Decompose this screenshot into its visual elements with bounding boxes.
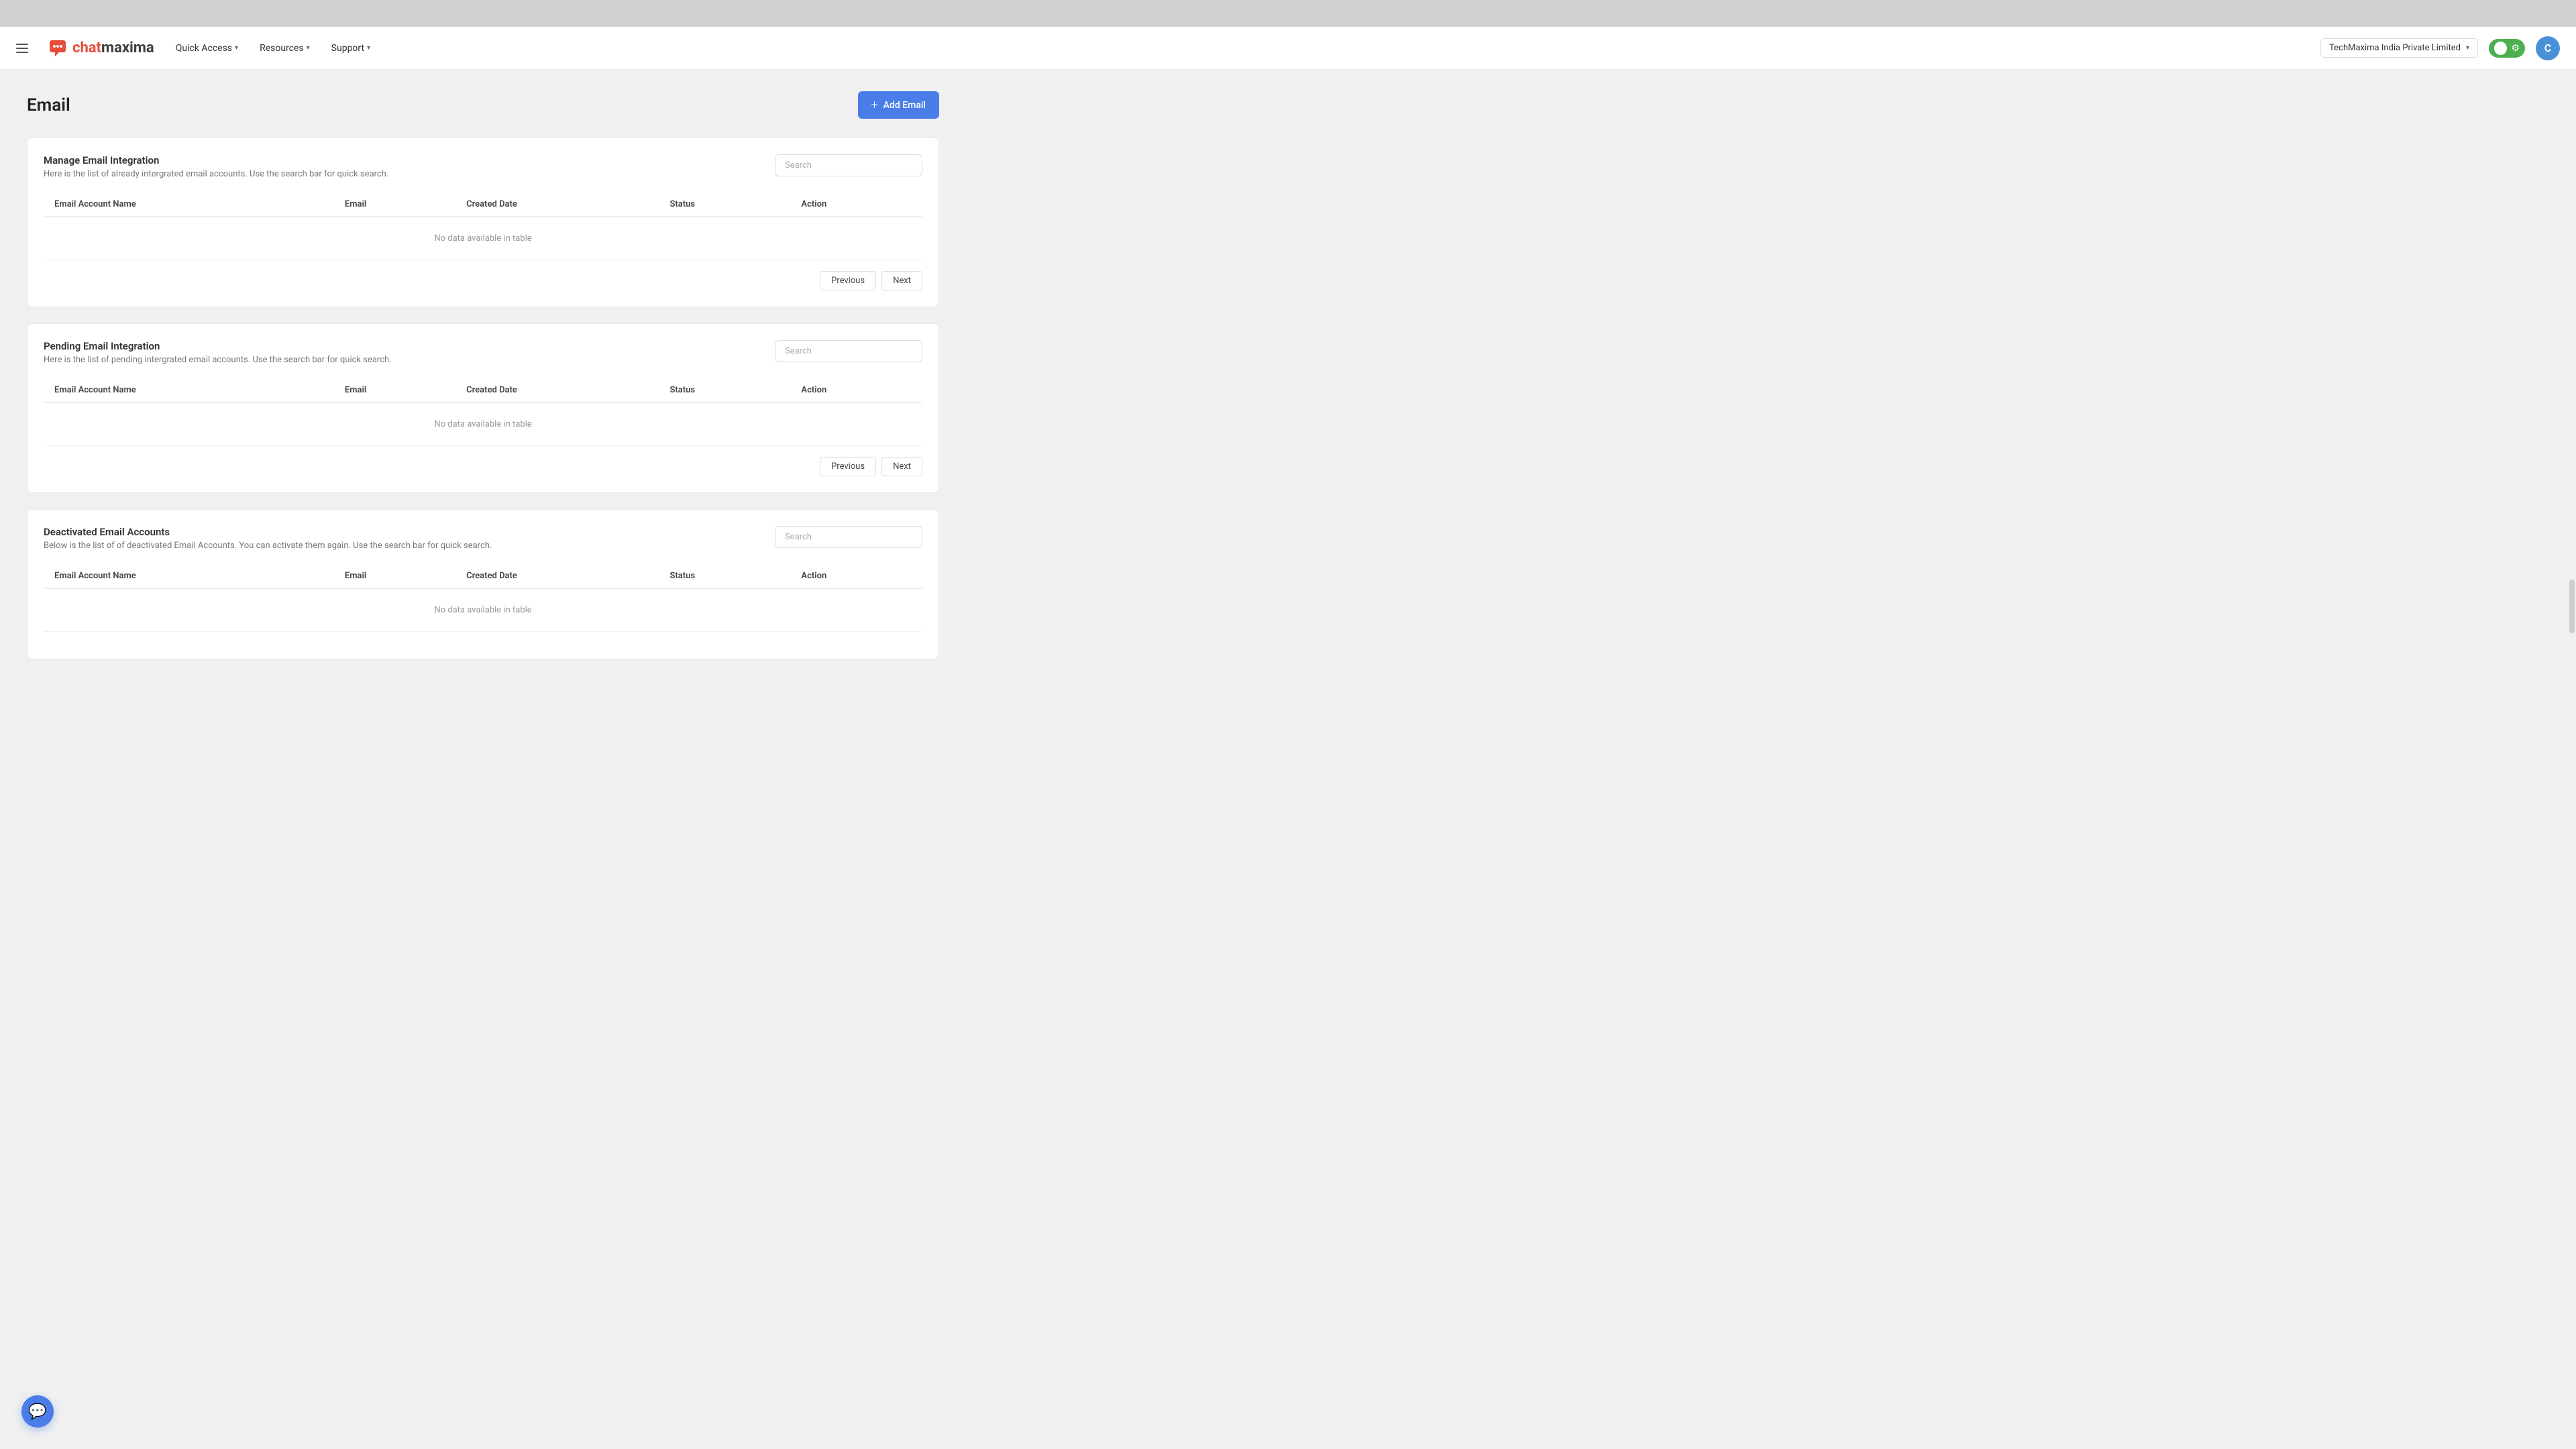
- page-title: Email: [27, 95, 70, 115]
- pending-table-body: No data available in table: [44, 402, 922, 446]
- nav-menu: Quick Access ▾ Resources ▾ Support ▾: [168, 38, 378, 59]
- top-bar: [0, 0, 2576, 27]
- pending-section-info: Pending Email Integration Here is the li…: [44, 340, 392, 365]
- deactivated-no-data-row: No data available in table: [44, 588, 922, 632]
- deactivated-email-section: Deactivated Email Accounts Below is the …: [27, 509, 939, 659]
- nav-item-quick-access[interactable]: Quick Access ▾: [168, 38, 246, 59]
- manage-col-name: Email Account Name: [44, 193, 334, 217]
- deactivated-section-title: Deactivated Email Accounts: [44, 526, 492, 538]
- main-content: Email + Add Email Manage Email Integrati…: [0, 70, 966, 697]
- deactivated-table-header: Email Account Name Email Created Date St…: [44, 564, 922, 588]
- pending-section-title: Pending Email Integration: [44, 340, 392, 352]
- manage-col-email: Email: [334, 193, 455, 217]
- manage-table-body: No data available in table: [44, 217, 922, 260]
- org-name: TechMaxima India Private Limited: [2329, 43, 2461, 53]
- nav-right: TechMaxima India Private Limited ▾ ⚙ C: [2320, 36, 2560, 60]
- manage-next-button[interactable]: Next: [881, 271, 922, 290]
- manage-search-wrapper: [775, 154, 922, 176]
- org-selector[interactable]: TechMaxima India Private Limited ▾: [2320, 38, 2478, 58]
- org-selector-chevron-icon: ▾: [2466, 44, 2469, 52]
- navbar: chatmaxima Quick Access ▾ Resources ▾ Su…: [0, 27, 2576, 70]
- pending-section-desc: Here is the list of pending intergrated …: [44, 355, 392, 365]
- pending-col-name: Email Account Name: [44, 378, 334, 402]
- pending-pagination: Previous Next: [44, 457, 922, 476]
- support-chevron-icon: ▾: [367, 44, 370, 52]
- manage-section-title: Manage Email Integration: [44, 154, 388, 166]
- manage-col-status: Status: [659, 193, 790, 217]
- pending-email-section: Pending Email Integration Here is the li…: [27, 323, 939, 493]
- chat-support-icon: 💬: [28, 1403, 46, 1420]
- settings-toggle[interactable]: ⚙: [2489, 39, 2525, 58]
- deactivated-section-info: Deactivated Email Accounts Below is the …: [44, 526, 492, 551]
- pending-col-action: Action: [790, 378, 922, 402]
- deactivated-col-email: Email: [334, 564, 455, 588]
- deactivated-table-body: No data available in table: [44, 588, 922, 632]
- toggle-circle: [2494, 42, 2507, 55]
- deactivated-email-table: Email Account Name Email Created Date St…: [44, 564, 922, 632]
- deactivated-search-wrapper: [775, 526, 922, 548]
- user-avatar[interactable]: C: [2536, 36, 2560, 60]
- hamburger-menu[interactable]: [16, 40, 32, 56]
- pending-no-data-cell: No data available in table: [44, 402, 922, 446]
- pending-col-created: Created Date: [455, 378, 659, 402]
- pending-section-header: Pending Email Integration Here is the li…: [44, 340, 922, 365]
- pending-previous-button[interactable]: Previous: [820, 457, 876, 476]
- pending-no-data-row: No data available in table: [44, 402, 922, 446]
- nav-item-support[interactable]: Support ▾: [323, 38, 378, 59]
- manage-pagination: Previous Next: [44, 271, 922, 290]
- plus-icon: +: [871, 98, 878, 112]
- deactivated-col-status: Status: [659, 564, 790, 588]
- pending-search-input[interactable]: [775, 340, 922, 362]
- deactivated-section-header: Deactivated Email Accounts Below is the …: [44, 526, 922, 551]
- chat-support-button[interactable]: 💬: [21, 1395, 54, 1428]
- manage-section-info: Manage Email Integration Here is the lis…: [44, 154, 388, 179]
- nav-left: chatmaxima Quick Access ▾ Resources ▾ Su…: [16, 36, 378, 60]
- page-header: Email + Add Email: [27, 91, 939, 119]
- manage-email-section: Manage Email Integration Here is the lis…: [27, 138, 939, 307]
- logo-icon: [46, 36, 70, 60]
- manage-previous-button[interactable]: Previous: [820, 271, 876, 290]
- pending-search-wrapper: [775, 340, 922, 362]
- manage-no-data-cell: No data available in table: [44, 217, 922, 260]
- deactivated-col-name: Email Account Name: [44, 564, 334, 588]
- logo[interactable]: chatmaxima: [46, 36, 154, 60]
- pending-table-header: Email Account Name Email Created Date St…: [44, 378, 922, 402]
- deactivated-section-desc: Below is the list of of deactivated Emai…: [44, 541, 492, 551]
- deactivated-no-data-cell: No data available in table: [44, 588, 922, 632]
- logo-chat-text: chat: [72, 40, 101, 56]
- scroll-indicator[interactable]: [2569, 580, 2575, 633]
- manage-col-created: Created Date: [455, 193, 659, 217]
- manage-table-header: Email Account Name Email Created Date St…: [44, 193, 922, 217]
- logo-maxima-text: maxima: [101, 40, 154, 56]
- manage-search-input[interactable]: [775, 154, 922, 176]
- deactivated-col-created: Created Date: [455, 564, 659, 588]
- quick-access-chevron-icon: ▾: [235, 44, 238, 52]
- add-email-button[interactable]: + Add Email: [858, 91, 940, 119]
- pending-email-table: Email Account Name Email Created Date St…: [44, 378, 922, 446]
- manage-section-header: Manage Email Integration Here is the lis…: [44, 154, 922, 179]
- manage-no-data-row: No data available in table: [44, 217, 922, 260]
- deactivated-search-input[interactable]: [775, 526, 922, 548]
- pending-col-status: Status: [659, 378, 790, 402]
- resources-chevron-icon: ▾: [307, 44, 310, 52]
- manage-email-table: Email Account Name Email Created Date St…: [44, 193, 922, 260]
- gear-icon: ⚙: [2511, 43, 2520, 54]
- nav-item-resources[interactable]: Resources ▾: [252, 38, 318, 59]
- manage-col-action: Action: [790, 193, 922, 217]
- deactivated-col-action: Action: [790, 564, 922, 588]
- pending-next-button[interactable]: Next: [881, 457, 922, 476]
- pending-col-email: Email: [334, 378, 455, 402]
- manage-section-desc: Here is the list of already intergrated …: [44, 169, 388, 179]
